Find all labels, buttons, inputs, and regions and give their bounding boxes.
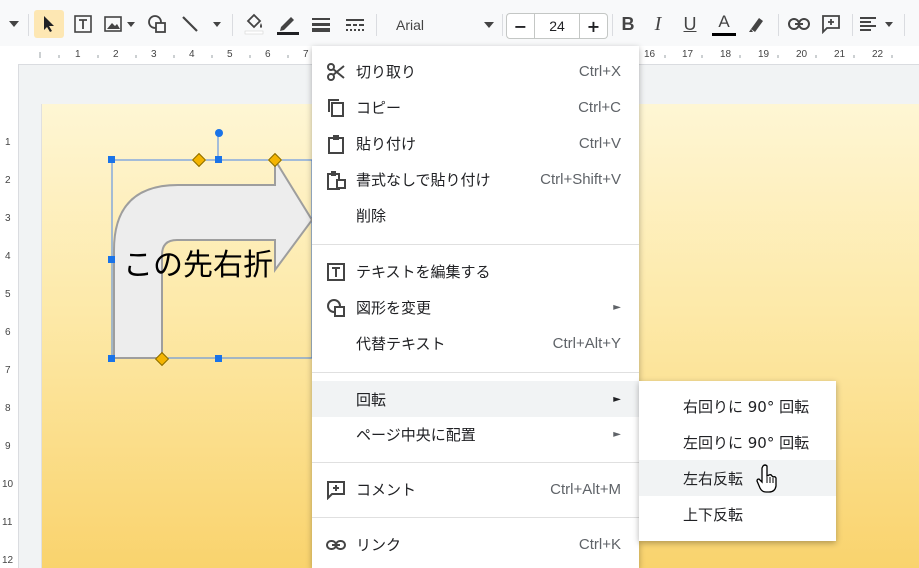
ruler-number: 19 bbox=[758, 49, 770, 60]
ruler-number: 6 bbox=[5, 327, 11, 338]
context-menu: 切り取り Ctrl+X コピー Ctrl+C 貼り付け Ctrl+V 書式なしで… bbox=[312, 46, 639, 568]
text-box-icon[interactable] bbox=[70, 10, 96, 38]
border-dash-icon[interactable] bbox=[342, 10, 368, 38]
menu-divider bbox=[312, 372, 639, 373]
text-color-swatch bbox=[712, 32, 736, 36]
fill-color-icon[interactable] bbox=[240, 10, 268, 38]
menu-item-paste-without-format[interactable]: 書式なしで貼り付け Ctrl+Shift+V bbox=[312, 162, 639, 196]
bold-button[interactable]: B bbox=[616, 10, 640, 38]
rotate-handle[interactable] bbox=[215, 129, 223, 137]
ruler-number: 9 bbox=[5, 441, 11, 452]
font-family-select[interactable]: Arial bbox=[386, 10, 498, 40]
submenu-item-flip-horizontal[interactable]: 左右反転 bbox=[639, 460, 836, 496]
font-size-input[interactable]: 24 bbox=[534, 13, 580, 39]
menu-item-alt-text[interactable]: 代替テキスト Ctrl+Alt+Y bbox=[312, 326, 639, 360]
resize-handle[interactable] bbox=[108, 256, 115, 263]
toolbar: Arial − 24 + B I U A bbox=[0, 0, 919, 46]
select-tool-icon[interactable] bbox=[34, 10, 64, 38]
submenu-item-rotate-clockwise[interactable]: 右回りに 90° 回転 bbox=[639, 388, 836, 424]
ruler-number: 7 bbox=[5, 365, 11, 376]
resize-handle[interactable] bbox=[108, 355, 115, 362]
ruler-number: 20 bbox=[796, 49, 808, 60]
submenu-arrow-icon: ► bbox=[613, 301, 621, 313]
submenu-item-rotate-counterclockwise[interactable]: 左回りに 90° 回転 bbox=[639, 424, 836, 460]
chevron-down-icon bbox=[484, 22, 494, 28]
text-color-button[interactable]: A bbox=[710, 10, 738, 38]
highlight-color-icon[interactable] bbox=[744, 10, 770, 38]
increase-font-size-button[interactable]: + bbox=[580, 13, 608, 39]
more-dropdown-icon[interactable] bbox=[4, 10, 24, 38]
rotate-submenu: 右回りに 90° 回転 左回りに 90° 回転 左右反転 上下反転 bbox=[639, 381, 836, 541]
line-tool-icon[interactable] bbox=[178, 10, 226, 38]
shape-tool-icon[interactable] bbox=[144, 10, 170, 38]
comment-icon bbox=[327, 481, 345, 500]
image-icon[interactable] bbox=[102, 10, 138, 38]
decrease-font-size-button[interactable]: − bbox=[506, 13, 534, 39]
link-icon[interactable] bbox=[786, 10, 812, 38]
underline-button[interactable]: U bbox=[678, 10, 702, 38]
ruler-number: 10 bbox=[2, 479, 14, 490]
menu-item-delete[interactable]: 削除 bbox=[312, 198, 639, 232]
ruler-number: 4 bbox=[189, 49, 195, 60]
ruler-number: 5 bbox=[5, 289, 11, 300]
ruler-number: 8 bbox=[5, 403, 11, 414]
scissors-icon bbox=[327, 63, 345, 81]
insert-comment-icon[interactable] bbox=[818, 10, 844, 38]
border-weight-icon[interactable] bbox=[308, 10, 334, 38]
submenu-arrow-icon: ► bbox=[613, 393, 621, 405]
ruler-number: 12 bbox=[2, 555, 14, 566]
menu-item-change-shape[interactable]: 図形を変更 ► bbox=[312, 290, 639, 324]
menu-item-center-on-page[interactable]: ページ中央に配置 ► bbox=[312, 417, 639, 451]
shape-text[interactable]: この先右折 bbox=[123, 240, 273, 284]
menu-item-cut[interactable]: 切り取り Ctrl+X bbox=[312, 54, 639, 88]
ruler-number: 21 bbox=[834, 49, 846, 60]
menu-item-copy[interactable]: コピー Ctrl+C bbox=[312, 90, 639, 124]
submenu-arrow-icon: ► bbox=[613, 428, 621, 440]
ruler-number: 2 bbox=[5, 175, 11, 186]
hand-cursor-icon bbox=[756, 464, 777, 493]
ruler-number: 11 bbox=[2, 517, 13, 528]
resize-handle[interactable] bbox=[108, 156, 115, 163]
ruler-number: 1 bbox=[5, 137, 11, 148]
menu-item-paste[interactable]: 貼り付け Ctrl+V bbox=[312, 126, 639, 160]
ruler-number: 7 bbox=[303, 49, 309, 60]
ruler-number: 22 bbox=[872, 49, 884, 60]
shape-icon bbox=[327, 299, 345, 317]
menu-item-edit-text[interactable]: テキストを編集する bbox=[312, 254, 639, 288]
paste-icon bbox=[328, 135, 344, 154]
font-family-value: Arial bbox=[396, 17, 425, 33]
ruler-number: 17 bbox=[682, 49, 694, 60]
ruler-number: 4 bbox=[5, 251, 11, 262]
menu-divider bbox=[312, 517, 639, 518]
resize-handle[interactable] bbox=[215, 156, 222, 163]
paste-plain-icon bbox=[327, 171, 346, 190]
edit-text-icon bbox=[327, 263, 345, 281]
align-icon[interactable] bbox=[858, 10, 898, 38]
menu-item-rotate[interactable]: 回転 ► bbox=[312, 381, 639, 417]
menu-divider bbox=[312, 244, 639, 245]
copy-icon bbox=[328, 99, 344, 117]
resize-handle[interactable] bbox=[215, 355, 222, 362]
menu-divider bbox=[312, 462, 639, 463]
ruler-number: 3 bbox=[151, 49, 157, 60]
ruler-number: 3 bbox=[5, 213, 11, 224]
menu-item-link[interactable]: リンク Ctrl+K bbox=[312, 527, 639, 561]
menu-item-comment[interactable]: コメント Ctrl+Alt+M bbox=[312, 472, 639, 506]
ruler-number: 6 bbox=[265, 49, 271, 60]
ruler-number: 18 bbox=[720, 49, 732, 60]
border-color-icon[interactable] bbox=[274, 10, 302, 38]
vertical-ruler: 1 2 3 4 5 6 7 8 9 10 11 12 bbox=[0, 64, 19, 568]
italic-button[interactable]: I bbox=[646, 10, 670, 38]
ruler-number: 1 bbox=[75, 49, 81, 60]
ruler-number: 2 bbox=[113, 49, 119, 60]
ruler-number: 5 bbox=[227, 49, 233, 60]
link-icon bbox=[326, 540, 346, 550]
ruler-number: 16 bbox=[644, 49, 656, 60]
submenu-item-flip-vertical[interactable]: 上下反転 bbox=[639, 496, 836, 532]
